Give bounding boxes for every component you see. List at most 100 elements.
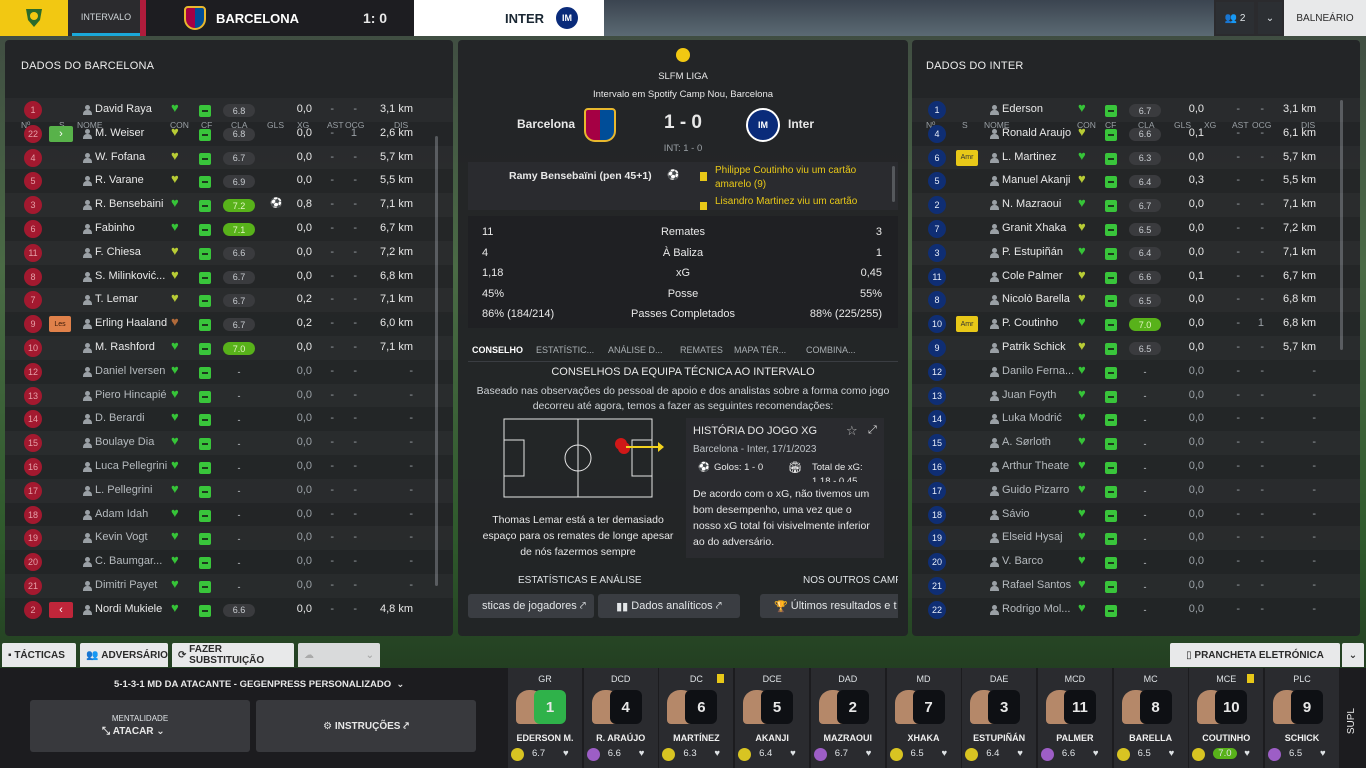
table-row[interactable]: 9 Erling Haaland ♥ 6.7 0,2 - - 6,0 km Les: [5, 312, 453, 336]
table-row[interactable]: 16 Arthur Theate ♥ - 0,0 - - -: [912, 455, 1360, 479]
player-name[interactable]: Fabinho: [95, 222, 173, 234]
table-row[interactable]: 11 F. Chiesa ♥ 6.6 0,0 - - 7,2 km: [5, 241, 453, 265]
chevron-down-icon[interactable]: ⌄: [1258, 2, 1282, 34]
player-name[interactable]: Patrik Schick: [1002, 341, 1082, 353]
player-name[interactable]: Daniel Iversen: [95, 365, 173, 377]
table-row[interactable]: 6 Fabinho ♥ 7.1 0,0 - - 6,7 km: [5, 217, 453, 241]
player-name[interactable]: P. Estupiñán: [1002, 246, 1082, 258]
table-row[interactable]: 12 Daniel Iversen ♥ - 0,0 - - -: [5, 360, 453, 384]
table-row[interactable]: 10 M. Rashford ♥ 7.0 0,0 - - 7,1 km: [5, 336, 453, 360]
player-name[interactable]: S. Milinković...: [95, 270, 173, 282]
table-row[interactable]: 3 R. Bensebaini ♥ 7.2 ⚽ 0,8 - - 7,1 km: [5, 193, 453, 217]
player-name[interactable]: M. Weiser: [95, 127, 173, 139]
table-row[interactable]: 2 Nordi Mukiele ♥ 6.6 0,0 - - 4,8 km ‹: [5, 598, 453, 622]
shout-dropdown[interactable]: ☁ ⌄: [298, 643, 380, 667]
player-card[interactable]: DAD 2 MAZRAOUI 6.7 ♥: [810, 668, 885, 768]
player-name[interactable]: P. Coutinho: [1002, 317, 1082, 329]
table-row[interactable]: 13 Juan Foyth ♥ - 0,0 - - -: [912, 384, 1360, 408]
tab-stats[interactable]: ESTATÍSTIC...: [536, 345, 594, 355]
player-name[interactable]: Luca Pellegrini: [95, 460, 173, 472]
table-row[interactable]: 6 L. Martinez ♥ 6.3 0,0 - - 5,7 km Amr: [912, 146, 1360, 170]
table-row[interactable]: 18 Sávio ♥ - 0,0 - - -: [912, 503, 1360, 527]
table-row[interactable]: 18 Adam Idah ♥ - 0,0 - - -: [5, 503, 453, 527]
table-row[interactable]: 7 Granit Xhaka ♥ 6.5 0,0 - - 7,2 km: [912, 217, 1360, 241]
player-name[interactable]: L. Martinez: [1002, 151, 1082, 163]
player-name[interactable]: Juan Foyth: [1002, 389, 1082, 401]
player-name[interactable]: C. Baumgar...: [95, 555, 173, 567]
table-row[interactable]: 2 N. Mazraoui ♥ 6.7 0,0 - - 7,1 km: [912, 193, 1360, 217]
player-name[interactable]: Cole Palmer: [1002, 270, 1082, 282]
player-card[interactable]: MD 7 XHAKA 6.5 ♥: [886, 668, 961, 768]
away-team-header[interactable]: INTER IM: [414, 0, 604, 36]
player-name[interactable]: Rafael Santos: [1002, 579, 1082, 591]
player-name[interactable]: Boulaye Dia: [95, 436, 173, 448]
player-name[interactable]: L. Pellegrini: [95, 484, 173, 496]
player-name[interactable]: W. Fofana: [95, 151, 173, 163]
table-row[interactable]: 14 Luka Modrić ♥ - 0,0 - - -: [912, 407, 1360, 431]
table-row[interactable]: 16 Luca Pellegrini ♥ - 0,0 - - -: [5, 455, 453, 479]
collapse-button[interactable]: ⌄: [1342, 643, 1364, 667]
player-name[interactable]: D. Berardi: [95, 412, 173, 424]
opponent-tab[interactable]: 👥 ADVERSÁRIO: [80, 643, 168, 667]
subs-label[interactable]: SUPL: [1346, 708, 1357, 734]
player-name[interactable]: Nicolò Barella: [1002, 293, 1082, 305]
users-button[interactable]: 👥 2: [1216, 2, 1254, 34]
substitution-tab[interactable]: ⟳ FAZER SUBSTITUIÇÃO: [172, 643, 294, 667]
player-name[interactable]: F. Chiesa: [95, 246, 173, 258]
table-row[interactable]: 11 Cole Palmer ♥ 6.6 0,1 - - 6,7 km: [912, 265, 1360, 289]
player-name[interactable]: N. Mazraoui: [1002, 198, 1082, 210]
player-card[interactable]: DCE 5 AKANJI 6.4 ♥: [735, 668, 810, 768]
table-row[interactable]: 4 W. Fofana ♥ 6.7 0,0 - - 5,7 km: [5, 146, 453, 170]
player-card[interactable]: DC 6 MARTÍNEZ 6.3 ♥: [659, 668, 734, 768]
table-row[interactable]: 21 Dimitri Payet ♥ - 0,0 - - -: [5, 574, 453, 598]
table-row[interactable]: 5 Manuel Akanji ♥ 6.4 0,3 - - 5,5 km: [912, 169, 1360, 193]
table-row[interactable]: 12 Danilo Ferna... ♥ - 0,0 - - -: [912, 360, 1360, 384]
scrollbar[interactable]: [892, 166, 895, 202]
player-name[interactable]: Guido Pizarro: [1002, 484, 1082, 496]
substitution-in-icon[interactable]: ›: [49, 125, 73, 142]
player-card[interactable]: PLC 9 SCHICK 6.5 ♥: [1265, 668, 1339, 768]
mentality-button[interactable]: MENTALIDADE ⤡ ATACAR ⌄: [30, 700, 250, 752]
player-name[interactable]: Arthur Theate: [1002, 460, 1082, 472]
player-name[interactable]: Danilo Ferna...: [1002, 365, 1082, 377]
player-name[interactable]: T. Lemar: [95, 293, 173, 305]
table-row[interactable]: 19 Elseid Hysaj ♥ - 0,0 - - -: [912, 526, 1360, 550]
analytics-button[interactable]: ▮▮ Dados analíticos ⤤: [598, 594, 740, 618]
player-card[interactable]: DAE 3 ESTUPIÑÁN 6.4 ♥: [962, 668, 1037, 768]
table-row[interactable]: 14 D. Berardi ♥ - 0,0 - - -: [5, 407, 453, 431]
tab-advice[interactable]: CONSELHO: [472, 345, 523, 355]
player-name[interactable]: R. Bensebaini: [95, 198, 173, 210]
player-name[interactable]: A. Sørloth: [1002, 436, 1082, 448]
player-name[interactable]: Ederson: [1002, 103, 1082, 115]
table-row[interactable]: 7 T. Lemar ♥ 6.7 0,2 - - 7,1 km: [5, 288, 453, 312]
star-icon[interactable]: ☆: [846, 423, 858, 439]
player-name[interactable]: R. Varane: [95, 174, 173, 186]
player-name[interactable]: Elseid Hysaj: [1002, 531, 1082, 543]
table-row[interactable]: 13 Piero Hincapié ♥ - 0,0 - - -: [5, 384, 453, 408]
tactics-tab[interactable]: ▪ TÁCTICAS: [2, 643, 76, 667]
tab-shots[interactable]: REMATES: [680, 345, 723, 355]
player-name[interactable]: Piero Hincapié: [95, 389, 173, 401]
table-row[interactable]: 8 S. Milinković... ♥ 6.7 0,0 - - 6,8 km: [5, 265, 453, 289]
table-row[interactable]: 8 Nicolò Barella ♥ 6.5 0,0 - - 6,8 km: [912, 288, 1360, 312]
latest-results-button[interactable]: 🏆 Últimos resultados e t: [760, 594, 898, 618]
player-name[interactable]: Luka Modrić: [1002, 412, 1082, 424]
status-tab[interactable]: INTERVALO: [72, 0, 140, 36]
table-row[interactable]: 5 R. Varane ♥ 6.9 0,0 - - 5,5 km: [5, 169, 453, 193]
tab-analysis[interactable]: ANÁLISE D...: [608, 345, 663, 355]
table-row[interactable]: 1 David Raya ♥ 6.8 0,0 - - 3,1 km: [5, 98, 453, 122]
player-name[interactable]: V. Barco: [1002, 555, 1082, 567]
table-row[interactable]: 22 Rodrigo Mol... ♥ - 0,0 - - -: [912, 598, 1360, 622]
player-name[interactable]: Ronald Araujo: [1002, 127, 1082, 139]
substitution-out-icon[interactable]: ‹: [49, 601, 73, 618]
table-row[interactable]: 10 P. Coutinho ♥ 7.0 0,0 - 1 6,8 km Amr: [912, 312, 1360, 336]
player-card[interactable]: GR 1 EDERSON M. 6.7 ♥: [508, 668, 582, 768]
player-name[interactable]: M. Rashford: [95, 341, 173, 353]
table-row[interactable]: 3 P. Estupiñán ♥ 6.4 0,0 - - 7,1 km: [912, 241, 1360, 265]
player-name[interactable]: Rodrigo Mol...: [1002, 603, 1082, 615]
player-card[interactable]: DCD 4 R. ARAÚJO 6.6 ♥: [583, 668, 658, 768]
player-name[interactable]: David Raya: [95, 103, 173, 115]
table-row[interactable]: 15 A. Sørloth ♥ - 0,0 - - -: [912, 431, 1360, 455]
player-name[interactable]: Adam Idah: [95, 508, 173, 520]
table-row[interactable]: 21 Rafael Santos ♥ - 0,0 - - -: [912, 574, 1360, 598]
